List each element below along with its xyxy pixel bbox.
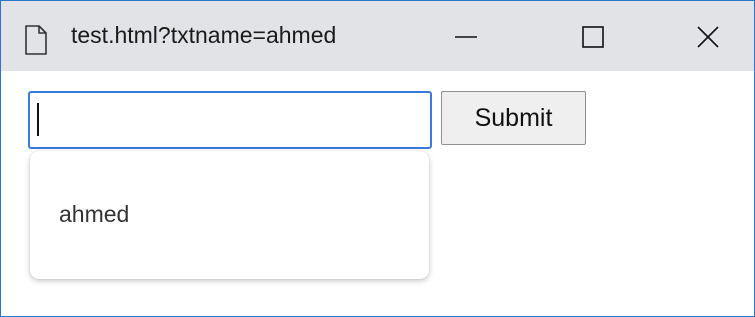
page-content: Submit ahmed (1, 71, 754, 316)
close-icon (695, 24, 721, 55)
minimize-icon (453, 24, 479, 55)
submit-button[interactable]: Submit (441, 91, 586, 145)
name-input[interactable] (28, 91, 432, 149)
minimize-button[interactable] (436, 16, 496, 62)
autocomplete-suggestion[interactable]: ahmed (30, 189, 429, 239)
title-bar[interactable]: test.html?txtname=ahmed (1, 1, 754, 71)
close-button[interactable] (678, 16, 738, 62)
autocomplete-dropdown: ahmed (30, 151, 429, 279)
window-title: test.html?txtname=ahmed (71, 22, 337, 48)
text-caret (37, 103, 39, 136)
maximize-button[interactable] (563, 16, 623, 62)
browser-window: test.html?txtname=ahmed Submit ahmed (0, 0, 755, 317)
maximize-icon (580, 24, 606, 55)
page-icon (23, 25, 49, 55)
